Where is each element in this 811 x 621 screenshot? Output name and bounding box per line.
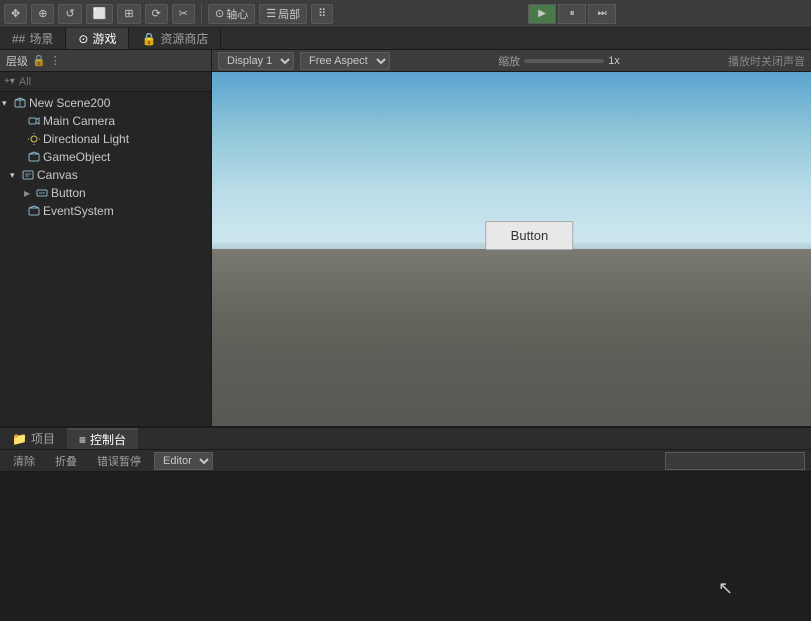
tab-asset-store[interactable]: 🔒 资源商店 [129,28,221,49]
project-tab-icon: 📁 [12,432,27,446]
play-label: 播放时关闭声音 [728,53,805,69]
tree-item-eventsystem[interactable]: EventSystem [0,202,211,220]
scene-tabs: ## 场景 ⊙ 游戏 🔒 资源商店 [0,28,811,50]
move-tool-button[interactable]: ✥ [4,4,27,24]
local-label: 局部 [278,6,300,22]
light-label: Directional Light [43,132,129,146]
main-toolbar: ✥ ⊕ ↺ ⬜ ⊞ ⟳ ✂ ⊙ 轴心 ☰ 局部 ⠿ ▶ ⏸ ⏭ [0,0,811,28]
play-controls: ▶ ⏸ ⏭ [528,4,616,24]
pivot-label: 轴心 [226,6,248,22]
gameobj-icon [28,151,40,163]
editor-dropdown[interactable]: Editor [154,452,213,470]
tab-console[interactable]: ≡ 控制台 [67,428,138,449]
scale-tool-button[interactable]: ⬜ [86,4,114,24]
game-ui-button[interactable]: Button [486,221,574,250]
console-content [0,472,811,621]
step-button[interactable]: ⏭ [588,4,616,24]
button-icon [36,187,48,199]
camera-label: Main Camera [43,114,115,128]
game-tab-icon: ⊙ [78,32,88,46]
lock-icon[interactable]: 🔒 [32,54,46,67]
bottom-tabs: 📁 项目 ≡ 控制台 [0,428,811,450]
console-tab-label: 控制台 [90,431,126,448]
transform-tool-button[interactable]: ⊕ [31,4,54,24]
ground-background [212,249,811,426]
game-canvas: Button [212,72,811,426]
collapse-button[interactable]: 折叠 [48,451,84,471]
tree-item-scene[interactable]: ▾ New Scene200 [0,94,211,112]
tree-item-canvas[interactable]: ▾ Canvas [0,166,211,184]
tab-project[interactable]: 📁 项目 [0,428,67,449]
combo-tool-button[interactable]: ⟳ [145,4,168,24]
play-button[interactable]: ▶ [528,4,556,24]
eventsystem-label: EventSystem [43,204,114,218]
button-label: Button [51,186,86,200]
bottom-panel: 📁 项目 ≡ 控制台 清除 折叠 错误暂停 Editor [0,426,811,621]
hierarchy-title: 层级 [6,53,28,69]
scene-label: New Scene200 [29,96,110,110]
hierarchy-header: 层级 🔒 ⋮ [0,50,211,72]
tree-item-button[interactable]: ▶ Button [0,184,211,202]
rect-tool-button[interactable]: ⊞ [117,4,140,24]
tree-item-camera[interactable]: Main Camera [0,112,211,130]
eventsystem-icon [28,205,40,217]
camera-icon [28,115,40,127]
scale-slider[interactable] [524,59,604,63]
tab-game[interactable]: ⊙ 游戏 [66,28,129,49]
arrow-canvas: ▾ [10,170,22,181]
hierarchy-panel: 层级 🔒 ⋮ +▾ ▾ New Scene200 [0,50,212,426]
scene-tab-icon: ## [12,32,25,46]
gameobj-label: GameObject [43,150,110,164]
scale-label: 缩放 [498,53,520,69]
canvas-label: Canvas [37,168,78,182]
hierarchy-tree: ▾ New Scene200 Main Camera [0,92,211,426]
tab-scene[interactable]: ## 场景 [0,28,66,49]
game-tab-label: 游戏 [92,30,116,47]
custom-tool-button[interactable]: ✂ [172,4,195,24]
main-layout: 层级 🔒 ⋮ +▾ ▾ New Scene200 [0,50,811,426]
project-tab-label: 项目 [31,430,55,447]
pause-button[interactable]: ⏸ [558,4,586,24]
pivot-icon: ⊙ [215,7,224,20]
arrow-button: ▶ [24,189,36,198]
local-icon: ☰ [266,7,276,20]
asset-tab-label: 资源商店 [160,30,208,47]
console-tab-icon: ≡ [79,433,86,447]
light-icon [28,133,40,145]
tree-item-light[interactable]: Directional Light [0,130,211,148]
hierarchy-header-icons: 🔒 ⋮ [32,54,61,67]
rotate-tool-button[interactable]: ↺ [58,4,81,24]
hierarchy-search-bar: +▾ [0,72,211,92]
canvas-icon [22,169,34,181]
scene-icon [14,97,26,109]
game-view: Display 1 Free Aspect 缩放 1x 播放时关闭声音 Butt… [212,50,811,426]
console-search-input[interactable] [665,452,805,470]
aspect-select[interactable]: Free Aspect [300,52,390,70]
error-pause-button[interactable]: 错误暂停 [90,451,148,471]
game-toolbar: Display 1 Free Aspect 缩放 1x 播放时关闭声音 [212,50,811,72]
scale-value: 1x [608,55,620,67]
grid-button[interactable]: ⠿ [311,4,333,24]
local-button[interactable]: ☰ 局部 [259,4,307,24]
arrow-scene: ▾ [2,98,14,109]
console-toolbar: 清除 折叠 错误暂停 Editor [0,450,811,472]
hierarchy-search-input[interactable] [19,76,207,88]
tree-item-gameobj[interactable]: GameObject [0,148,211,166]
scene-tab-label: 场景 [29,30,53,47]
asset-tab-icon: 🔒 [141,32,156,46]
search-icon: +▾ [4,76,15,87]
clear-button[interactable]: 清除 [6,451,42,471]
pivot-button[interactable]: ⊙ 轴心 [208,4,255,24]
more-icon[interactable]: ⋮ [50,54,61,67]
display-select[interactable]: Display 1 [218,52,294,70]
scale-container: 缩放 1x [498,53,620,69]
separator-1 [201,4,202,24]
